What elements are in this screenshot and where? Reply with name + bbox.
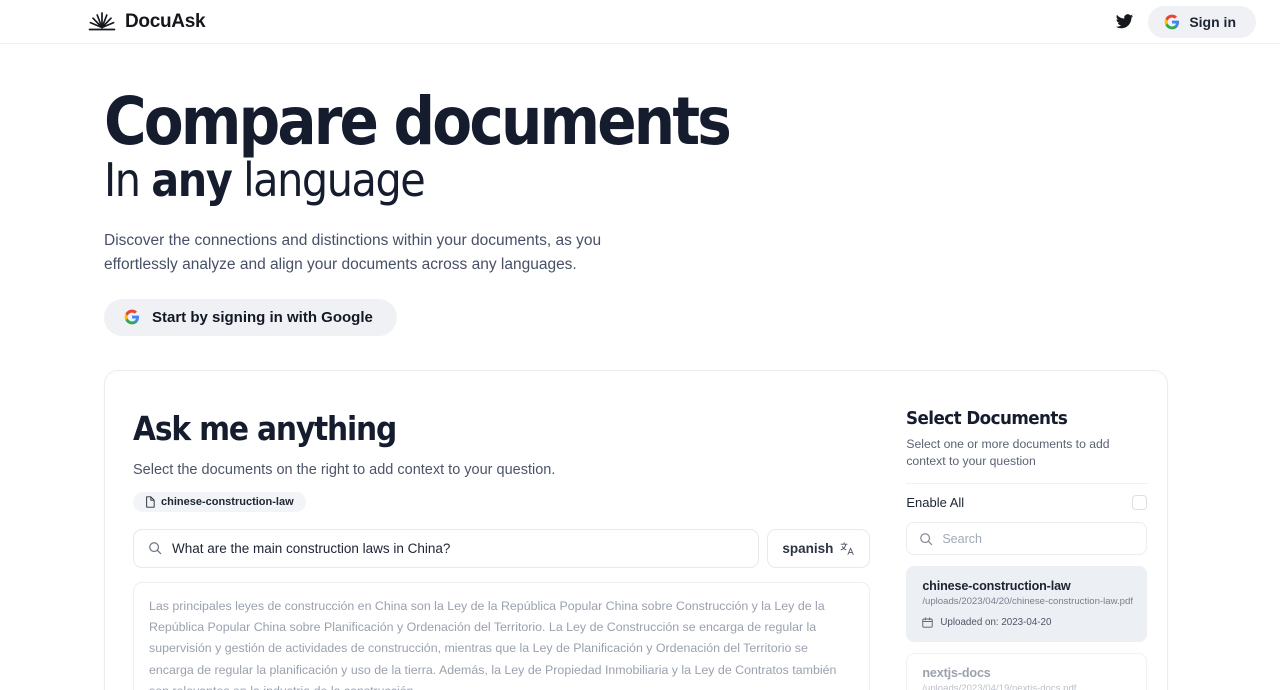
google-g-icon <box>124 309 140 325</box>
ask-panel-card: Ask me anything Select the documents on … <box>104 369 1168 690</box>
query-row: spanish <box>133 528 871 568</box>
document-uploaded-row: Uploaded on: 2023-04-20 <box>922 617 1133 628</box>
sign-in-button[interactable]: Sign in <box>1148 5 1256 38</box>
start-signin-google-button[interactable]: Start by signing in with Google <box>104 298 397 336</box>
ask-description: Select the documents on the right to add… <box>133 461 556 478</box>
enable-all-row: Enable All <box>906 483 1147 511</box>
language-selector[interactable]: spanish <box>767 528 871 568</box>
documents-panel-title: Select Documents <box>906 407 1068 429</box>
hero-section: Compare documents In any language Discov… <box>0 44 1280 336</box>
document-search-input[interactable] <box>942 531 1134 546</box>
document-path: /uploads/2023/04/20/chinese-construction… <box>922 596 1133 608</box>
ask-title: Ask me anything <box>133 408 397 448</box>
sunburst-icon <box>88 11 116 30</box>
document-name: nextjs-docs <box>922 666 991 681</box>
question-input[interactable] <box>172 540 745 556</box>
hero-description: Discover the connections and distinction… <box>104 231 602 273</box>
search-icon <box>149 542 162 555</box>
brand[interactable]: DocuAsk <box>88 10 206 33</box>
document-name: chinese-construction-law <box>922 579 1071 594</box>
selected-document-chips: chinese-construction-law <box>133 491 870 512</box>
document-chip-label: chinese-construction-law <box>161 495 294 508</box>
app-header: DocuAsk Sign in <box>0 0 1280 44</box>
enable-all-checkbox[interactable] <box>1132 495 1147 511</box>
enable-all-label: Enable All <box>906 495 965 511</box>
document-card-nextjs-docs[interactable]: nextjs-docs /uploads/2023/04/19/nextjs-d… <box>906 653 1147 690</box>
hero-subtitle: In any language <box>104 157 1162 203</box>
google-g-icon <box>1164 14 1180 29</box>
cta-label: Start by signing in with Google <box>152 308 373 326</box>
calendar-icon <box>922 617 933 629</box>
document-chip[interactable]: chinese-construction-law <box>133 491 306 512</box>
translate-icon <box>841 542 854 555</box>
twitter-icon[interactable] <box>1115 12 1134 31</box>
hero-subtitle-suffix: language <box>231 152 426 207</box>
documents-pane: Select Documents Select one or more docu… <box>890 371 1167 690</box>
sign-in-label: Sign in <box>1189 13 1236 30</box>
file-icon <box>146 496 155 508</box>
brand-name: DocuAsk <box>125 10 206 32</box>
documents-panel-description: Select one or more documents to add cont… <box>906 436 1110 469</box>
hero-subtitle-emphasis: any <box>151 152 233 207</box>
header-actions: Sign in <box>1115 5 1256 38</box>
page-title: Compare documents <box>104 83 732 160</box>
answer-text: Las principales leyes de construcción en… <box>133 581 871 690</box>
language-selector-value: spanish <box>782 540 834 556</box>
document-card-chinese-construction-law[interactable]: chinese-construction-law /uploads/2023/0… <box>906 566 1147 643</box>
document-uploaded-label: Uploaded on: 2023-04-20 <box>940 617 1052 629</box>
document-path: /uploads/2023/04/19/nextjs-docs.pdf <box>922 683 1077 690</box>
search-icon <box>920 533 933 546</box>
document-search-wrapper[interactable] <box>906 522 1147 556</box>
hero-subtitle-prefix: In <box>104 152 152 207</box>
ask-pane: Ask me anything Select the documents on … <box>105 371 890 690</box>
question-input-wrapper[interactable] <box>133 528 760 568</box>
